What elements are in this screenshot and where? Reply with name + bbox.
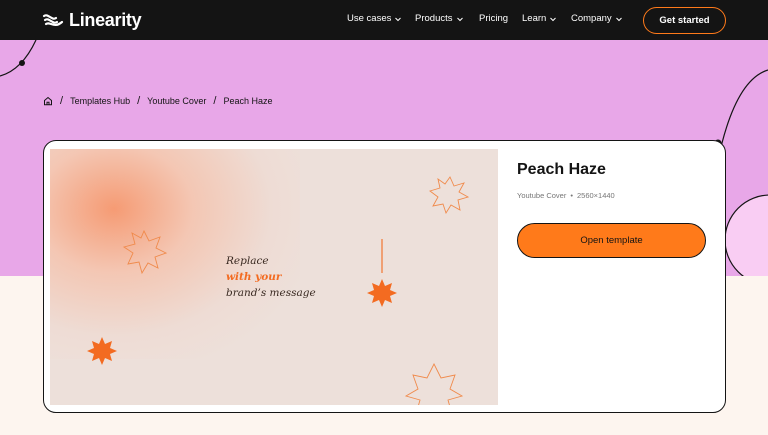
- chevron-down-icon: [615, 17, 622, 21]
- breadcrumb-youtube-cover[interactable]: Youtube Cover: [147, 96, 206, 106]
- starburst-outline-icon: [404, 362, 464, 405]
- linearity-logo-icon: [42, 14, 64, 27]
- logo[interactable]: Linearity: [42, 9, 142, 30]
- template-category[interactable]: Youtube Cover: [517, 191, 566, 200]
- preview-message: Replace with your brand’s message: [226, 253, 316, 301]
- chevron-down-icon: [550, 17, 557, 21]
- preview-line-3: brand’s message: [226, 287, 316, 299]
- nav-pricing[interactable]: Pricing: [479, 13, 508, 24]
- chevron-down-icon: [456, 17, 463, 21]
- breadcrumb-separator: /: [213, 95, 217, 107]
- nav-label: Products: [415, 13, 453, 24]
- preview-line-1: Replace: [226, 255, 269, 267]
- nav-company[interactable]: Company: [571, 13, 623, 24]
- starburst-filled-icon: [87, 337, 117, 365]
- get-started-button[interactable]: Get started: [643, 7, 726, 34]
- template-dimensions: 2560×1440: [576, 191, 615, 200]
- breadcrumb-separator: /: [60, 95, 64, 107]
- nav-products[interactable]: Products: [415, 13, 464, 24]
- template-preview[interactable]: Replace with your brand’s message: [50, 149, 498, 405]
- template-card: Replace with your brand’s message Peach …: [43, 140, 726, 413]
- template-meta: Youtube Cover • 2560×1440: [517, 191, 615, 200]
- nav-label: Use cases: [347, 13, 392, 24]
- open-template-button[interactable]: Open template: [517, 223, 706, 258]
- nav-use-cases[interactable]: Use cases: [347, 13, 402, 24]
- home-icon[interactable]: [43, 96, 53, 106]
- breadcrumb: / Templates Hub / Youtube Cover / Peach …: [43, 95, 272, 107]
- chevron-down-icon: [395, 17, 402, 21]
- nav-label: Pricing: [479, 13, 509, 24]
- starburst-outline-icon: [122, 229, 168, 275]
- starburst-filled-icon: [367, 279, 397, 307]
- template-title: Peach Haze: [517, 161, 606, 178]
- logo-text: Linearity: [69, 9, 142, 30]
- nav-learn[interactable]: Learn: [522, 13, 557, 24]
- nav-label: Company: [571, 13, 612, 24]
- meta-separator: •: [570, 191, 573, 200]
- breadcrumb-templates-hub[interactable]: Templates Hub: [70, 96, 130, 106]
- preview-line-2: with your: [226, 271, 282, 283]
- nav-label: Learn: [522, 13, 547, 24]
- starburst-outline-icon: [429, 176, 470, 215]
- top-navbar: Linearity Use cases Products Pricing Lea…: [0, 0, 768, 40]
- template-info: Peach Haze Youtube Cover • 2560×1440: [517, 161, 615, 200]
- breadcrumb-current: Peach Haze: [223, 96, 273, 106]
- breadcrumb-separator: /: [137, 95, 141, 107]
